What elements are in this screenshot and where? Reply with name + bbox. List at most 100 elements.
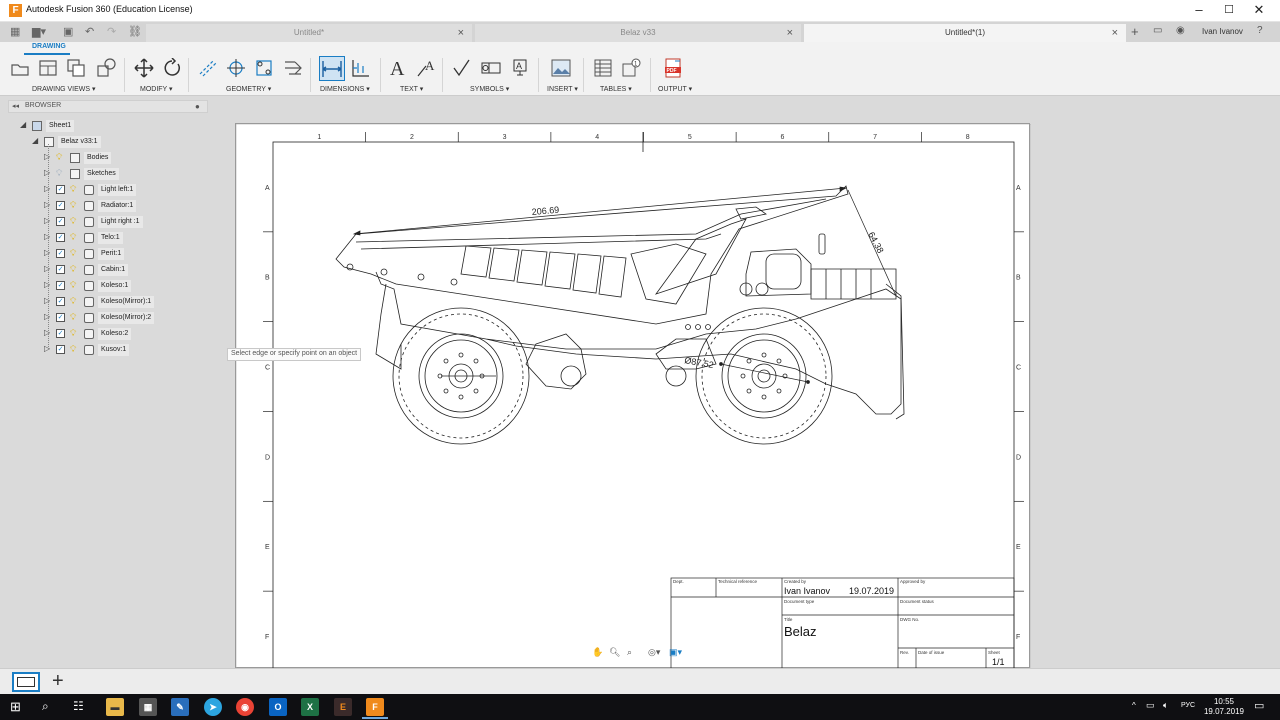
- visibility-checkbox[interactable]: ✓: [56, 281, 65, 290]
- base-view-icon[interactable]: [10, 58, 30, 78]
- visibility-checkbox[interactable]: ✓: [56, 265, 65, 274]
- center-mark-pattern-icon[interactable]: [254, 58, 274, 78]
- datum-identifier-icon[interactable]: A: [510, 58, 530, 78]
- file-menu-icon[interactable]: ▆▾: [32, 25, 46, 38]
- undo-icon[interactable]: ↶: [85, 25, 94, 38]
- tables-menu[interactable]: TABLES ▾: [600, 85, 632, 93]
- notes-app-icon[interactable]: ✎: [171, 698, 189, 716]
- balloon-icon[interactable]: 1: [621, 58, 641, 78]
- collapse-browser-icon[interactable]: ◂◂: [12, 102, 19, 110]
- projected-view-icon[interactable]: [38, 58, 58, 78]
- visibility-checkbox[interactable]: ✓: [56, 329, 65, 338]
- dimensions-menu[interactable]: DIMENSIONS ▾: [320, 85, 370, 93]
- sheet-thumbnail[interactable]: [12, 672, 40, 692]
- lightbulb-icon[interactable]: 💡︎: [56, 152, 62, 163]
- centerline-icon[interactable]: [198, 58, 218, 78]
- browser-panel-header[interactable]: ◂◂ BROWSER ●: [8, 100, 208, 113]
- lightbulb-icon[interactable]: 💡︎: [56, 168, 62, 179]
- dimension-annotations[interactable]: 206.69 64.38 Ø87.52: [352, 186, 897, 384]
- pdf-output-icon[interactable]: PDF: [663, 58, 683, 78]
- visibility-checkbox[interactable]: ✓: [56, 201, 65, 210]
- expand-caret-icon[interactable]: ◢: [20, 120, 26, 129]
- drawing-svg[interactable]: 1 2 3 4 5 6 7 8A AB BC CD DE EF F 206.69…: [235, 123, 1032, 673]
- calculator-icon[interactable]: ▦: [139, 698, 157, 716]
- visibility-checkbox[interactable]: ✓: [56, 249, 65, 258]
- drawing-workspace-tab[interactable]: DRAWING: [32, 43, 66, 50]
- zoom-icon[interactable]: 🔍︎: [609, 647, 620, 658]
- user-name[interactable]: Ivan Ivanov: [1202, 27, 1243, 36]
- telegram-icon[interactable]: ➤: [204, 698, 222, 716]
- windows-start-icon[interactable]: ⊞: [10, 699, 21, 715]
- angle-dimension-value[interactable]: 64.38: [866, 230, 885, 255]
- lightbulb-icon[interactable]: 💡︎: [70, 312, 76, 323]
- surface-texture-icon[interactable]: [452, 58, 472, 78]
- file-explorer-icon[interactable]: ▬: [106, 698, 124, 716]
- grid-menu-icon[interactable]: ▦: [10, 25, 20, 38]
- table-icon[interactable]: [593, 58, 613, 78]
- app-icon[interactable]: E: [334, 698, 352, 716]
- insert-menu[interactable]: INSERT ▾: [547, 85, 578, 93]
- text-menu[interactable]: TEXT ▾: [400, 85, 423, 93]
- tab-untitled[interactable]: Untitled* ×: [146, 24, 472, 42]
- section-view-icon[interactable]: [66, 58, 86, 78]
- zoom-window-icon[interactable]: ⌕: [627, 647, 632, 658]
- add-sheet-icon[interactable]: +: [52, 670, 64, 693]
- insert-image-icon[interactable]: [551, 58, 571, 78]
- lightbulb-icon[interactable]: 💡︎: [70, 184, 76, 195]
- symbols-menu[interactable]: SYMBOLS ▾: [470, 85, 509, 93]
- visibility-checkbox[interactable]: ✓: [56, 345, 65, 354]
- redo-icon[interactable]: ↷: [107, 25, 116, 38]
- outlook-icon[interactable]: O: [269, 698, 287, 716]
- search-icon[interactable]: ⌕: [42, 699, 49, 714]
- close-button[interactable]: ✕: [1244, 2, 1274, 20]
- text-tool-icon[interactable]: A: [390, 58, 404, 81]
- visibility-checkbox[interactable]: ✓: [56, 185, 65, 194]
- excel-icon[interactable]: X: [301, 698, 319, 716]
- close-tab-icon[interactable]: ×: [1112, 24, 1118, 42]
- language-indicator[interactable]: РУС: [1181, 702, 1195, 709]
- minimize-button[interactable]: –: [1184, 2, 1214, 20]
- close-tab-icon[interactable]: ×: [787, 24, 793, 42]
- new-tab-icon[interactable]: +: [1131, 24, 1139, 39]
- lightbulb-icon[interactable]: 💡︎: [70, 296, 76, 307]
- notifications-icon[interactable]: ▭: [1254, 699, 1264, 712]
- maximize-button[interactable]: ☐: [1214, 2, 1244, 20]
- volume-icon[interactable]: 🔈︎: [1163, 700, 1168, 711]
- leader-text-icon[interactable]: A: [416, 58, 436, 78]
- tray-expand-icon[interactable]: ^: [1132, 701, 1136, 710]
- lightbulb-icon[interactable]: 💡︎: [70, 248, 76, 259]
- ordinate-dimension-icon[interactable]: [350, 58, 370, 78]
- online-status-icon[interactable]: ◉: [1176, 25, 1185, 36]
- browser-toggle-icon[interactable]: ●: [195, 102, 200, 111]
- close-tab-icon[interactable]: ×: [458, 24, 464, 42]
- lightbulb-icon[interactable]: 💡︎: [70, 216, 76, 227]
- drawing-sheet[interactable]: 12345678AABBCCDDEEFF 206.69 64.38 Ø87.52…: [235, 123, 1032, 673]
- visibility-checkbox[interactable]: ✓: [56, 233, 65, 242]
- visibility-checkbox[interactable]: ✓: [56, 297, 65, 306]
- lightbulb-icon[interactable]: 💡︎: [70, 264, 76, 275]
- tab-untitled-1[interactable]: Untitled*(1) ×: [804, 24, 1126, 42]
- sheet-display-icon[interactable]: ▣▾: [669, 647, 682, 658]
- visibility-checkbox[interactable]: ✓: [56, 217, 65, 226]
- system-clock[interactable]: 10:55 19.07.2019: [1204, 697, 1244, 717]
- belaz-truck-drawing[interactable]: [335, 185, 905, 445]
- lightbulb-icon[interactable]: 💡︎: [70, 328, 76, 339]
- network-icon[interactable]: ▭: [1146, 700, 1155, 711]
- help-icon[interactable]: ?: [1257, 25, 1263, 36]
- job-status-icon[interactable]: ▭: [1153, 25, 1162, 36]
- rotate-icon[interactable]: [162, 58, 182, 78]
- chrome-icon[interactable]: ◉: [236, 698, 254, 716]
- expand-caret-icon[interactable]: ◢: [32, 136, 38, 145]
- edge-extension-icon[interactable]: [283, 58, 303, 78]
- lightbulb-icon[interactable]: 💡︎: [70, 344, 76, 355]
- fit-icon[interactable]: ◎▾: [648, 647, 660, 658]
- link-icon[interactable]: ⛓: [128, 25, 142, 38]
- drawing-views-menu[interactable]: DRAWING VIEWS ▾: [32, 85, 96, 93]
- fusion-taskbar-icon[interactable]: F: [366, 698, 384, 716]
- center-mark-icon[interactable]: [226, 58, 246, 78]
- task-view-icon[interactable]: ☷: [73, 699, 84, 713]
- lightbulb-icon[interactable]: 💡︎: [70, 200, 76, 211]
- detail-view-icon[interactable]: [96, 58, 116, 78]
- pan-icon[interactable]: ✋: [592, 647, 603, 658]
- dimension-tool-active[interactable]: [319, 56, 345, 81]
